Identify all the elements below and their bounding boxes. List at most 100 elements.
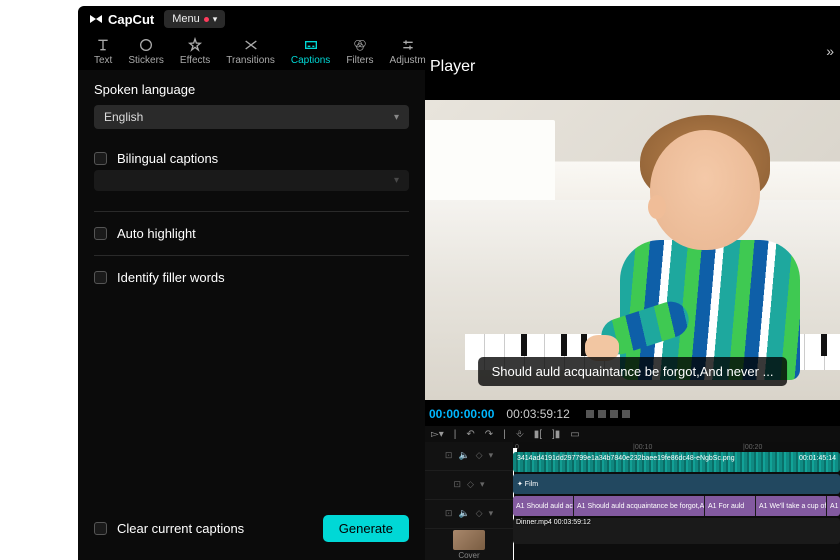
transitions-icon — [243, 37, 259, 53]
app-name: CapCut — [108, 12, 154, 27]
delete-icon[interactable]: ▭ — [570, 429, 579, 440]
tab-label: Stickers — [128, 55, 164, 66]
redo-icon[interactable]: ↷ — [485, 429, 493, 440]
visibility-icon: ◇ — [467, 479, 474, 490]
tab-filters[interactable]: Filters — [338, 37, 381, 66]
lock-icon: ⊡ — [445, 508, 453, 519]
tab-adjustment[interactable]: Adjustm — [382, 37, 434, 66]
cover-label: Cover — [458, 551, 479, 560]
track-headers: ⊡🔈◇▾ ⊡◇▾ ⊡🔈◇▾ Cover — [425, 442, 513, 560]
more-tabs-icon[interactable]: » — [826, 43, 834, 59]
language-value: English — [104, 110, 143, 124]
trim-left-icon[interactable]: ▮[ — [534, 429, 542, 440]
clear-captions-label: Clear current captions — [117, 521, 244, 536]
notification-dot-icon — [204, 17, 209, 22]
chevron-down-icon: ▾ — [394, 112, 399, 123]
trim-right-icon[interactable]: ]▮ — [552, 429, 560, 440]
video-clip-name: Dinner.mp4 00:03:59:12 — [516, 519, 591, 526]
filler-words-label: Identify filler words — [117, 270, 225, 285]
ruler-tick: |00:10 — [633, 444, 652, 451]
bilingual-label: Bilingual captions — [117, 151, 218, 166]
divider — [94, 255, 409, 256]
time-ruler[interactable]: 0 |00:10 |00:20 — [513, 442, 840, 452]
captions-panel: Spoken language English ▾ Bilingual capt… — [78, 70, 425, 560]
timeline: ⊡🔈◇▾ ⊡◇▾ ⊡🔈◇▾ Cover 0 |00:10 |00:20 3414… — [425, 442, 840, 560]
menu-label: Menu — [172, 13, 200, 25]
chevron-down-icon: ▾ — [394, 175, 399, 186]
layout-toggle[interactable] — [586, 410, 630, 418]
caption-overlay: Should auld acquaintance be forgot,And n… — [478, 357, 788, 386]
caption-segment[interactable]: A1 We'll take a cup of — [756, 496, 826, 516]
stickers-icon — [138, 37, 154, 53]
tab-label: Text — [94, 55, 112, 66]
video-track[interactable]: Dinner.mp4 00:03:59:12 — [513, 518, 840, 544]
auto-highlight-label: Auto highlight — [117, 226, 196, 241]
divider: | — [503, 429, 506, 440]
caption-segment[interactable]: A1 And he — [827, 496, 840, 516]
filler-words-option[interactable]: Identify filler words — [94, 262, 409, 293]
timeline-tracks[interactable]: 0 |00:10 |00:20 3414ad4191dd297799e1a34b… — [513, 442, 840, 560]
spoken-language-label: Spoken language — [94, 82, 409, 97]
tab-stickers[interactable]: Stickers — [120, 37, 172, 66]
caption-segment[interactable]: A1 For auld — [705, 496, 755, 516]
ruler-tick: |00:20 — [743, 444, 762, 451]
timecode-row: 00:00:00:00 00:03:59:12 — [425, 404, 840, 424]
duration-timecode: 00:03:59:12 — [506, 407, 569, 421]
timeline-toolbar: ▻▾ | ↶ ↷ | ⎀ ▮[ ]▮ ▭ — [425, 426, 840, 442]
caption-segment[interactable]: A1 Should auld acquaintance be forgot,An… — [574, 496, 704, 516]
tab-label: Effects — [180, 55, 210, 66]
lock-icon: ⊡ — [454, 479, 462, 490]
menu-button[interactable]: Menu ▾ — [164, 10, 225, 28]
clear-captions-option[interactable]: Clear current captions — [94, 521, 244, 536]
cover-cell[interactable]: Cover — [425, 529, 513, 560]
track-header-audio[interactable]: ⊡🔈◇▾ — [425, 442, 513, 471]
text-icon — [95, 37, 111, 53]
effects-track[interactable]: ✦ Film — [513, 474, 840, 494]
divider: | — [454, 429, 457, 440]
checkbox-icon[interactable] — [94, 227, 107, 240]
checkbox-icon[interactable] — [94, 522, 107, 535]
visibility-icon: ◇ — [476, 450, 483, 461]
split-icon[interactable]: ⎀ — [516, 429, 524, 440]
tab-label: Adjustm — [390, 55, 426, 66]
player-panel-title: Player — [430, 58, 475, 76]
language-select[interactable]: English ▾ — [94, 105, 409, 129]
bilingual-language-select[interactable]: ▾ — [94, 170, 409, 191]
checkbox-icon[interactable] — [94, 271, 107, 284]
auto-highlight-option[interactable]: Auto highlight — [94, 218, 409, 249]
tab-captions[interactable]: Captions — [283, 37, 338, 66]
tab-text[interactable]: Text — [86, 37, 120, 66]
adjustment-icon — [400, 37, 416, 53]
captions-track[interactable]: A1 Should auld acqua A1 Should auld acqu… — [513, 496, 840, 516]
pointer-tool-icon[interactable]: ▻▾ — [431, 429, 444, 440]
divider — [94, 211, 409, 212]
audio-clip-duration: 00:01:45:14 — [799, 455, 836, 462]
chevron-down-icon: ▾ — [213, 14, 218, 25]
visibility-icon: ◇ — [476, 508, 483, 519]
video-preview[interactable]: Should auld acquaintance be forgot,And n… — [425, 100, 840, 400]
mute-icon: 🔈 — [458, 508, 469, 519]
mute-icon: 🔈 — [458, 450, 469, 461]
track-header-fx[interactable]: ⊡◇▾ — [425, 471, 513, 500]
audio-clip-name: 3414ad4191dd297799e1a34b7840e232baee19fe… — [517, 455, 735, 462]
cover-thumbnail — [453, 530, 485, 550]
capcut-logo-icon — [88, 11, 104, 27]
audio-track[interactable]: 3414ad4191dd297799e1a34b7840e232baee19fe… — [513, 452, 840, 472]
caption-segment[interactable]: A1 Should auld acqua — [513, 496, 573, 516]
tab-label: Filters — [346, 55, 373, 66]
undo-icon[interactable]: ↶ — [466, 429, 474, 440]
preview-image — [425, 100, 840, 400]
fx-clip-label: ✦ Film — [517, 480, 538, 488]
track-header-captions[interactable]: ⊡🔈◇▾ — [425, 500, 513, 529]
tab-transitions[interactable]: Transitions — [218, 37, 283, 66]
captions-icon — [303, 37, 319, 53]
effects-icon — [187, 37, 203, 53]
current-timecode: 00:00:00:00 — [429, 407, 494, 421]
generate-button[interactable]: Generate — [323, 515, 409, 542]
lock-icon: ⊡ — [445, 450, 453, 461]
tab-label: Transitions — [226, 55, 275, 66]
title-bar: CapCut Menu ▾ — [78, 6, 840, 32]
tab-effects[interactable]: Effects — [172, 37, 218, 66]
tab-label: Captions — [291, 55, 330, 66]
checkbox-icon[interactable] — [94, 152, 107, 165]
